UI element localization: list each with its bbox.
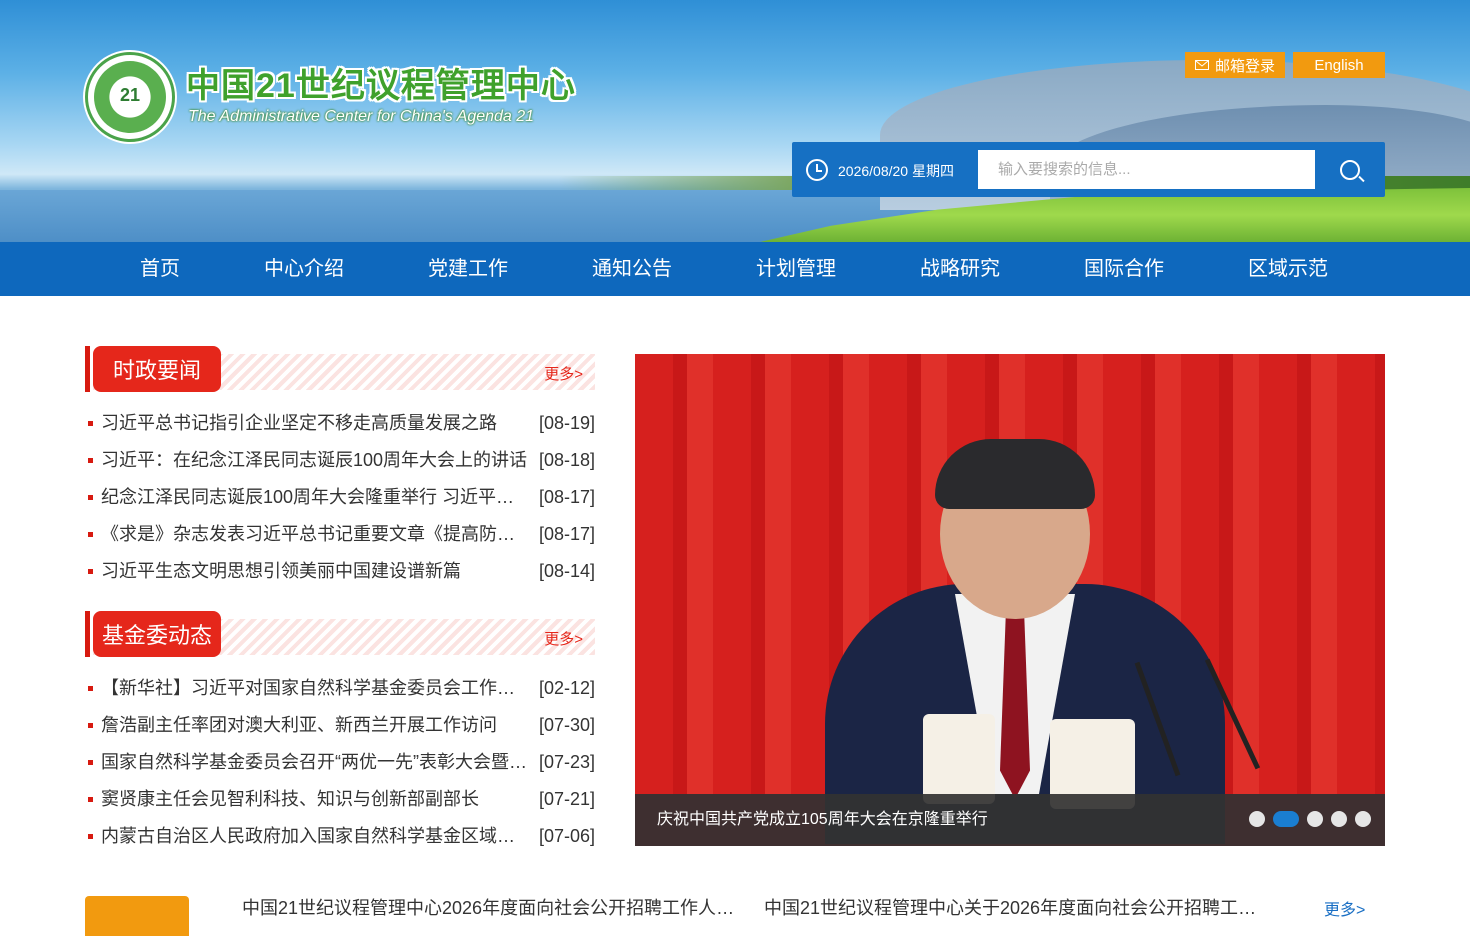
news-title[interactable]: 习近平：在纪念江泽民同志诞辰100周年大会上的讲话 <box>101 442 529 479</box>
slider-dot[interactable] <box>1331 811 1347 827</box>
news-title[interactable]: 詹浩副主任率团对澳大利亚、新西兰开展工作访问 <box>101 707 529 744</box>
section-title: 时政要闻 <box>93 346 221 392</box>
news-title[interactable]: 纪念江泽民同志诞辰100周年大会隆重举行 习近平出席大会并发表重要讲话 <box>101 479 529 516</box>
bullet-icon <box>88 686 93 691</box>
news-date: [08-18] <box>538 450 595 470</box>
mail-login-label: 邮箱登录 <box>1214 57 1275 75</box>
news-title[interactable]: 【新华社】习近平对国家自然科学基金委员会工作作出重要指示 <box>101 670 529 707</box>
slider-dot[interactable] <box>1355 811 1371 827</box>
nav-strategy[interactable]: 战略研究 <box>920 242 1084 296</box>
news-date: [08-17] <box>538 487 595 507</box>
image-slider[interactable]: 庆祝中国共产党成立105周年大会在京隆重举行 <box>635 354 1385 846</box>
news-date: [07-21] <box>538 789 595 809</box>
bullet-icon <box>88 458 93 463</box>
teacup-image <box>923 714 995 804</box>
lake-image <box>0 190 900 242</box>
bullet-icon <box>88 532 93 537</box>
list-item[interactable]: 内蒙古自治区人民政府加入国家自然科学基金区域创新发展联合基金 [07-06] <box>85 818 595 855</box>
list-item[interactable]: 【新华社】习近平对国家自然科学基金委员会工作作出重要指示 [02-12] <box>85 670 595 707</box>
news-title[interactable]: 窦贤康主任会见智利科技、知识与创新部副部长 <box>101 781 529 818</box>
site-subtitle: The Administrative Center for China's Ag… <box>188 108 535 125</box>
hair-shape <box>935 439 1095 509</box>
header-banner: 21 中国21世纪议程管理中心 The Administrative Cente… <box>0 0 1470 242</box>
list-item[interactable]: 纪念江泽民同志诞辰100周年大会隆重举行 习近平出席大会并发表重要讲话 [08-1… <box>85 479 595 516</box>
news-date: [08-17] <box>538 524 595 544</box>
nav-international[interactable]: 国际合作 <box>1084 242 1248 296</box>
bullet-icon <box>88 834 93 839</box>
list-item[interactable]: 习近平总书记指引企业坚定不移走高质量发展之路 [08-19] <box>85 405 595 442</box>
slider-dot[interactable] <box>1307 811 1323 827</box>
nav-plan[interactable]: 计划管理 <box>756 242 920 296</box>
accent-bar <box>85 611 90 657</box>
search-button[interactable] <box>1315 142 1385 197</box>
notice-tag <box>85 896 189 936</box>
mail-login-button[interactable]: 邮箱登录 <box>1185 52 1285 78</box>
news-date: [08-19] <box>538 413 595 433</box>
notices-more-link[interactable]: 更多> <box>1324 896 1365 920</box>
section-header-news: 时政要闻 更多> <box>85 346 595 392</box>
news-list: 【新华社】习近平对国家自然科学基金委员会工作作出重要指示 [02-12] 詹浩副主… <box>85 670 595 855</box>
mail-icon <box>1194 60 1209 70</box>
news-date: [07-30] <box>538 715 595 735</box>
current-date: 2026/08/20 星期四 <box>838 163 954 179</box>
bullet-icon <box>88 797 93 802</box>
list-item[interactable]: 《求是》杂志发表习近平总书记重要文章《提高防灾减灾救灾能力》 [08-17] <box>85 516 595 553</box>
news-date: [02-12] <box>538 678 595 698</box>
news-title[interactable]: 习近平生态文明思想引领美丽中国建设谱新篇 <box>101 553 529 590</box>
list-item[interactable]: 习近平：在纪念江泽民同志诞辰100周年大会上的讲话 [08-18] <box>85 442 595 479</box>
news-title[interactable]: 习近平总书记指引企业坚定不移走高质量发展之路 <box>101 405 529 442</box>
site-logo[interactable]: 21 <box>85 52 175 142</box>
news-title[interactable]: 国家自然科学基金委员会召开“两优一先”表彰大会暨座谈会 <box>101 744 529 781</box>
news-list: 习近平总书记指引企业坚定不移走高质量发展之路 [08-19] 习近平：在纪念江泽民… <box>85 405 595 590</box>
section-title: 基金委动态 <box>93 611 221 657</box>
bullet-icon <box>88 569 93 574</box>
search-bar: 2026/08/20 星期四 <box>792 142 1385 197</box>
news-date: [07-23] <box>538 752 595 772</box>
nav-notices[interactable]: 通知公告 <box>592 242 756 296</box>
slider-dot-active[interactable] <box>1273 811 1299 827</box>
logo-number: 21 <box>119 85 141 105</box>
news-title[interactable]: 《求是》杂志发表习近平总书记重要文章《提高防灾减灾救灾能力》 <box>101 516 529 553</box>
bullet-icon <box>88 760 93 765</box>
nav-party[interactable]: 党建工作 <box>428 242 592 296</box>
bullet-icon <box>88 421 93 426</box>
search-input[interactable] <box>978 150 1315 189</box>
clock-icon <box>806 159 828 181</box>
slider-dot[interactable] <box>1249 811 1265 827</box>
search-icon <box>1340 159 1360 180</box>
list-item[interactable]: 习近平生态文明思想引领美丽中国建设谱新篇 [08-14] <box>85 553 595 590</box>
english-button[interactable]: English <box>1293 52 1385 78</box>
nav-home[interactable]: 首页 <box>140 242 264 296</box>
bullet-icon <box>88 723 93 728</box>
notice-link[interactable]: 中国21世纪议程管理中心关于2026年度面向社会公开招聘工作人员的通知 <box>764 894 1274 920</box>
news-title[interactable]: 内蒙古自治区人民政府加入国家自然科学基金区域创新发展联合基金 <box>101 818 529 855</box>
list-item[interactable]: 窦贤康主任会见智利科技、知识与创新部副部长 [07-21] <box>85 781 595 818</box>
nav-regional[interactable]: 区域示范 <box>1248 242 1368 296</box>
more-link[interactable]: 更多> <box>544 628 583 649</box>
notice-link[interactable]: 中国21世纪议程管理中心2026年度面向社会公开招聘工作人员公告 <box>242 894 752 920</box>
accent-bar <box>85 346 90 392</box>
list-item[interactable]: 詹浩副主任率团对澳大利亚、新西兰开展工作访问 [07-30] <box>85 707 595 744</box>
news-date: [07-06] <box>538 826 595 846</box>
bullet-icon <box>88 495 93 500</box>
main-nav: 首页 中心介绍 党建工作 通知公告 计划管理 战略研究 国际合作 区域示范 <box>0 242 1470 296</box>
slider-dots <box>1249 811 1371 827</box>
more-link[interactable]: 更多> <box>544 363 583 384</box>
section-header-nsfc: 基金委动态 更多> <box>85 611 595 657</box>
nav-about[interactable]: 中心介绍 <box>264 242 428 296</box>
site-title: 中国21世纪议程管理中心 <box>186 67 576 105</box>
news-date: [08-14] <box>538 561 595 581</box>
list-item[interactable]: 国家自然科学基金委员会召开“两优一先”表彰大会暨座谈会 [07-23] <box>85 744 595 781</box>
